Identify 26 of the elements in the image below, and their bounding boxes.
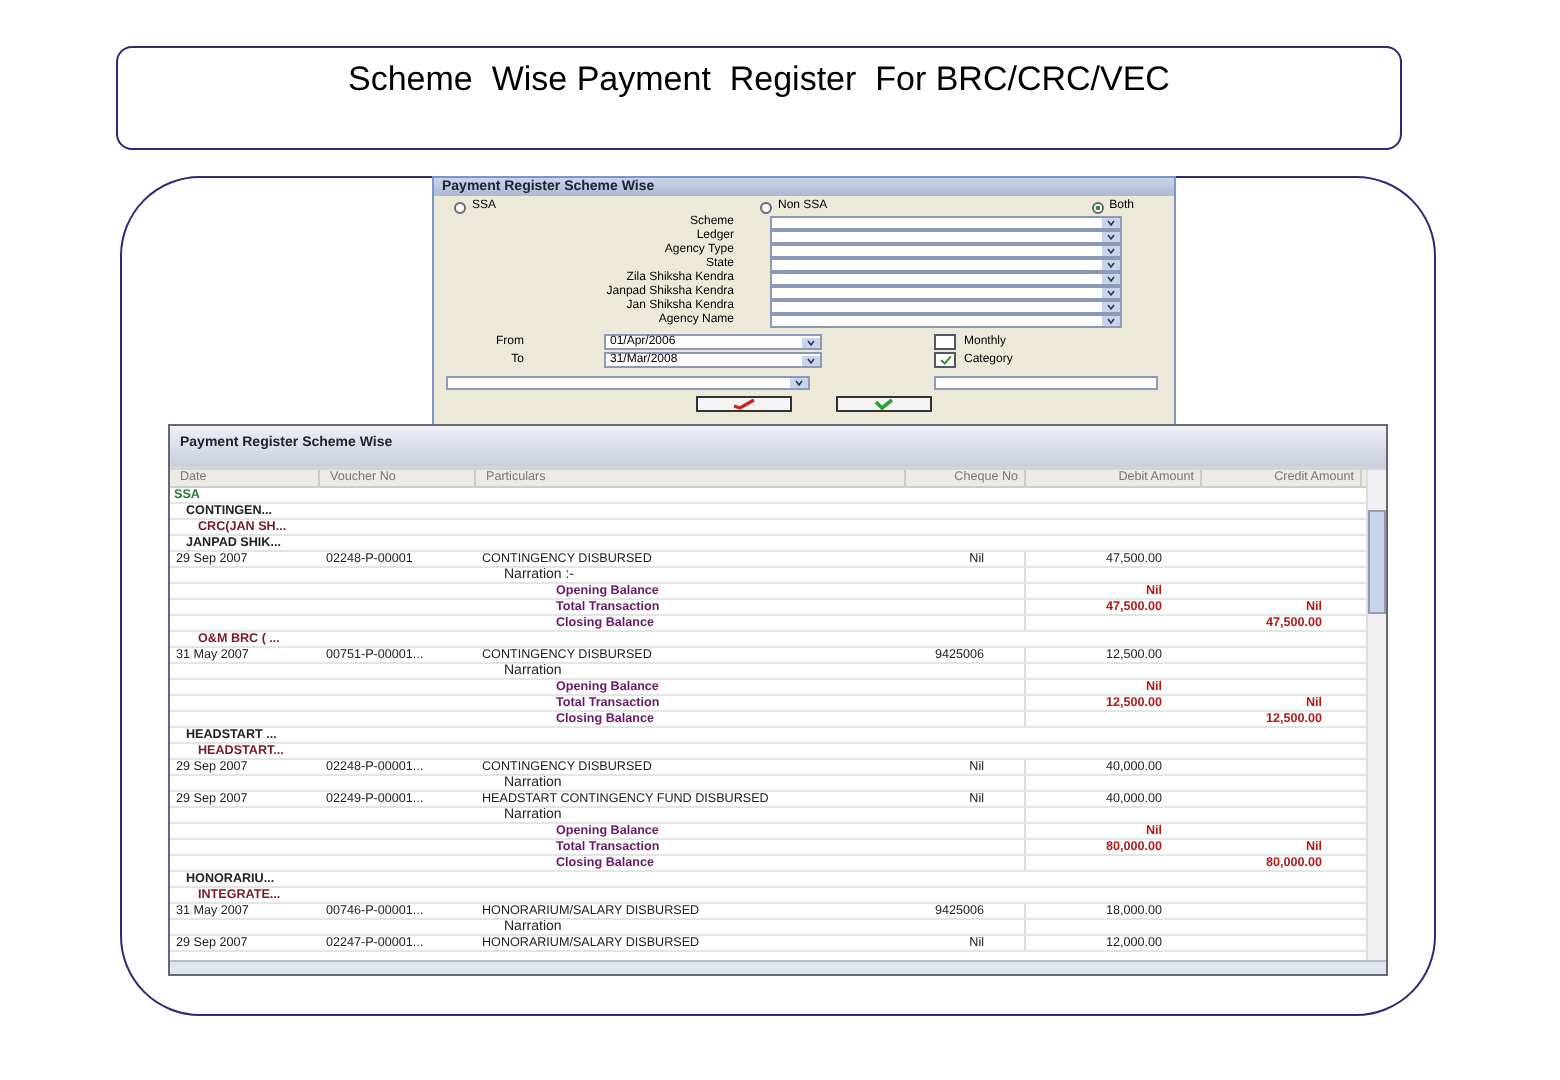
dropdown-arrow-icon[interactable]: [1102, 217, 1120, 228]
cancel-button[interactable]: [696, 396, 792, 412]
dropdown-arrow-icon[interactable]: [802, 355, 820, 365]
horizontal-scrollbar[interactable]: [170, 960, 1386, 974]
ok-button[interactable]: [836, 396, 932, 412]
dropdown-arrow-icon[interactable]: [1102, 315, 1120, 326]
dropdown-arrow-icon[interactable]: [790, 378, 808, 388]
dropdown-arrow-icon[interactable]: [1102, 301, 1120, 312]
vertical-scrollbar[interactable]: [1366, 470, 1386, 960]
input-field[interactable]: [934, 376, 1158, 390]
dropdown-field[interactable]: [770, 215, 1122, 230]
dropdown-arrow-icon[interactable]: [1102, 287, 1120, 298]
checkbox[interactable]: [934, 334, 956, 350]
radio-button[interactable]: [1091, 201, 1104, 213]
dropdown-arrow-icon[interactable]: [1102, 231, 1120, 242]
checkbox[interactable]: [934, 352, 956, 368]
dropdown-arrow-icon[interactable]: [1102, 259, 1120, 270]
radio-button[interactable]: [759, 201, 772, 213]
dropdown-arrow-icon[interactable]: [1102, 245, 1120, 256]
dropdown-arrow-icon[interactable]: [802, 337, 820, 347]
dropdown-field[interactable]: [446, 376, 810, 390]
tick-icon: [732, 398, 756, 410]
slide-title: Scheme Wise Payment Register For BRC/CRC/VEC: [348, 60, 1170, 102]
check-icon: [872, 398, 896, 410]
dropdown-arrow-icon[interactable]: [1102, 273, 1120, 284]
radio-button[interactable]: [454, 201, 466, 213]
